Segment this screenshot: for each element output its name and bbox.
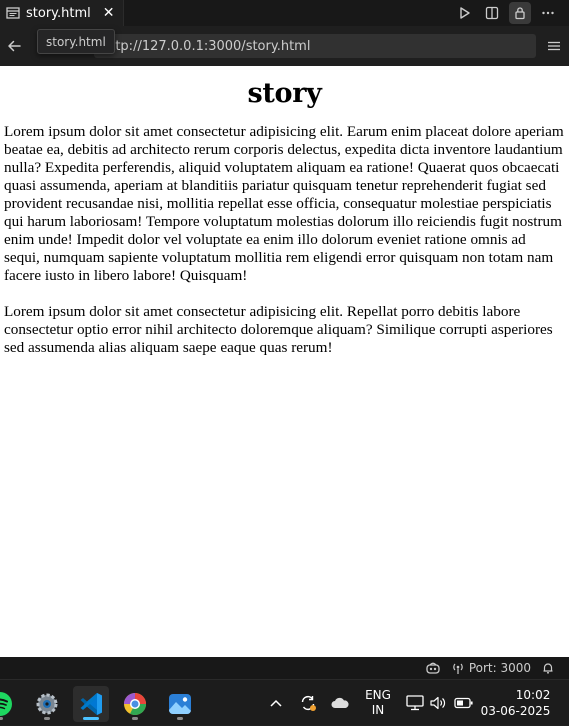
sync-icon[interactable] <box>297 680 319 726</box>
running-indicator <box>177 717 183 720</box>
tab-tooltip: story.html <box>37 29 115 54</box>
preview-icon <box>6 6 20 20</box>
editor-tab-bar: story.html ✕ <box>0 0 569 26</box>
preview-page: story Lorem ipsum dolor sit amet consect… <box>0 66 569 657</box>
volume-icon[interactable] <box>428 680 448 726</box>
tab-label: story.html <box>26 5 91 21</box>
browser-icon[interactable] <box>117 686 153 722</box>
close-tab-icon[interactable]: ✕ <box>103 5 115 21</box>
vscode-icon[interactable] <box>73 686 109 722</box>
show-desktop-button[interactable] <box>561 680 569 726</box>
split-editor-icon[interactable] <box>481 2 503 24</box>
os-taskbar: ENG IN 10:02 03-06-2025 <box>0 679 569 725</box>
language-code: ENG <box>365 688 391 702</box>
run-icon[interactable] <box>453 2 475 24</box>
live-server-port[interactable]: Port: 3000 <box>451 661 531 675</box>
clock-date: 03-06-2025 <box>480 704 551 718</box>
paragraph: Lorem ipsum dolor sit amet consectetur a… <box>4 303 553 356</box>
running-indicator <box>44 717 50 720</box>
status-bar: Port: 3000 <box>0 657 569 679</box>
url-input[interactable]: http://127.0.0.1:3000/story.html <box>94 34 536 58</box>
onedrive-cloud-icon[interactable] <box>329 680 351 726</box>
photos-icon[interactable] <box>162 686 198 722</box>
copilot-icon[interactable] <box>425 661 441 675</box>
more-actions-icon[interactable] <box>537 2 559 24</box>
settings-icon[interactable] <box>29 686 65 722</box>
battery-icon[interactable] <box>453 680 475 726</box>
chevron-up-icon[interactable] <box>266 680 286 726</box>
region-code: IN <box>371 703 385 717</box>
language-indicator[interactable]: ENG IN <box>360 680 396 726</box>
running-indicator <box>0 717 3 720</box>
bell-icon[interactable] <box>541 661 555 675</box>
spotify-icon[interactable] <box>0 686 18 722</box>
clock[interactable]: 10:02 03-06-2025 <box>480 680 551 726</box>
menu-icon[interactable] <box>543 35 565 57</box>
paragraph: Lorem ipsum dolor sit amet consectetur a… <box>4 123 564 284</box>
running-indicator <box>83 717 99 720</box>
tab-story-html[interactable]: story.html ✕ <box>0 0 124 26</box>
network-icon[interactable] <box>404 680 426 726</box>
back-arrow-icon[interactable] <box>2 34 26 58</box>
lock-icon[interactable] <box>509 2 531 24</box>
page-heading: story <box>247 78 322 109</box>
port-label: Port: 3000 <box>468 661 531 675</box>
broadcast-icon <box>453 663 463 674</box>
clock-time: 10:02 <box>515 688 551 702</box>
running-indicator <box>132 717 138 720</box>
